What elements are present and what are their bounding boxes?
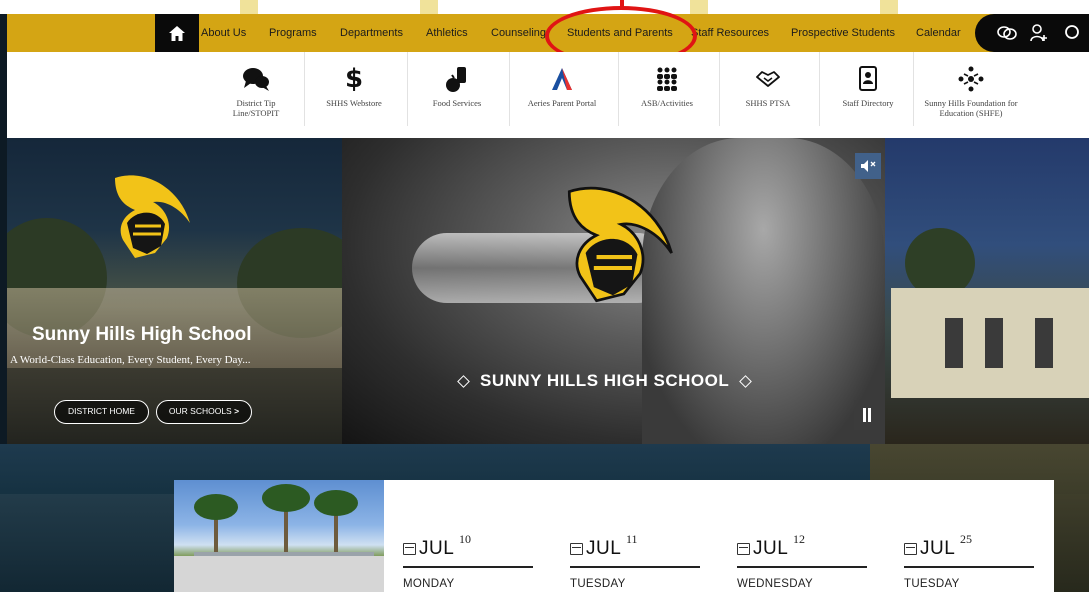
handshake-icon [756, 71, 780, 87]
nav-students-and-parents[interactable]: Students and Parents [567, 14, 673, 52]
hero-title: Sunny Hills High School [32, 324, 252, 345]
quicklink-label: SHHS Webstore [326, 98, 382, 108]
event-month: JUL [419, 538, 455, 559]
event-day: 25 [960, 532, 972, 546]
pause-button[interactable] [854, 400, 880, 430]
nav-counseling[interactable]: Counseling [491, 14, 546, 52]
event-weekday: WEDNESDAY [737, 578, 813, 590]
slide-caption-text: SUNNY HILLS HIGH SCHOOL [480, 371, 730, 390]
nav-departments[interactable]: Departments [340, 14, 403, 52]
lancer-logo-large [567, 186, 673, 303]
quicklink-label: Food Services [432, 98, 482, 108]
contact-book-icon [859, 66, 877, 91]
nav-calendar[interactable]: Calendar [916, 14, 961, 52]
event-weekday: TUESDAY [904, 578, 960, 590]
slide-caption: SUNNY HILLS HIGH SCHOOL [447, 367, 762, 395]
main-navigation: About Us Programs Departments Athletics … [7, 14, 1089, 52]
quicklink-asb-activities[interactable]: ASB/Activities [628, 52, 706, 138]
utility-bar [975, 14, 1089, 52]
hero-slideshow: Sunny Hills High School A World-Class Ed… [7, 138, 1089, 444]
calendar-icon [403, 543, 416, 555]
chevron-right-icon: > [234, 406, 240, 416]
home-button[interactable] [155, 14, 199, 52]
quicklink-label: SHHS PTSA [745, 98, 791, 108]
quicklink-staff-directory[interactable]: Staff Directory [829, 52, 907, 138]
calendar-icon [904, 543, 917, 555]
event-item[interactable]: JUL 12 WEDNESDAY [737, 480, 869, 592]
diamond-left-icon [457, 374, 470, 388]
translate-icon[interactable] [997, 23, 1017, 43]
quicklink-label: Staff Directory [842, 98, 894, 108]
highlight-marker [620, 0, 624, 8]
nav-staff-resources[interactable]: Staff Resources [691, 14, 769, 52]
home-icon [169, 25, 185, 41]
quicklink-label: ASB/Activities [641, 98, 693, 108]
nav-about-us[interactable]: About Us [201, 14, 246, 52]
divider [737, 566, 867, 568]
pause-icon [863, 408, 871, 422]
top-strip [0, 0, 1089, 14]
aeries-logo-icon [549, 66, 575, 92]
lancer-logo [115, 175, 190, 258]
chat-bubbles-icon [243, 68, 269, 91]
event-weekday: TUESDAY [570, 578, 626, 590]
quicklink-aeries[interactable]: Aeries Parent Portal [515, 52, 609, 138]
hero-subtitle: A World-Class Education, Every Student, … [10, 354, 251, 366]
user-add-icon[interactable] [1029, 23, 1049, 43]
quicklink-label: Aeries Parent Portal [527, 98, 597, 108]
district-home-button[interactable]: DISTRICT HOME [54, 400, 149, 424]
quicklink-foundation[interactable]: Sunny Hills Foundation for Education (SH… [915, 52, 1027, 138]
event-day: 10 [459, 532, 471, 546]
quicklink-tip-line[interactable]: District Tip Line/STOPIT [216, 52, 296, 138]
group-icon [657, 67, 677, 91]
our-schools-label: OUR SCHOOLS [168, 406, 232, 416]
speaker-muted-icon [861, 160, 876, 172]
event-month: JUL [753, 538, 789, 559]
calendar-icon [570, 543, 583, 555]
quick-links: District Tip Line/STOPIT $ SHHS Webstore… [7, 52, 1089, 138]
events-photo [174, 480, 384, 592]
divider [403, 566, 533, 568]
food-icon [446, 67, 466, 92]
nav-programs[interactable]: Programs [269, 14, 317, 52]
calendar-icon [737, 543, 750, 555]
event-item[interactable]: JUL 11 TUESDAY [570, 480, 702, 592]
divider [904, 566, 1034, 568]
mute-button[interactable] [855, 153, 881, 179]
hero-left-photo [7, 138, 367, 444]
event-month: JUL [920, 538, 956, 559]
event-day: 11 [626, 532, 638, 546]
hero-main-photo [342, 138, 885, 444]
event-item[interactable]: JUL 25 TUESDAY [904, 480, 1036, 592]
quicklink-label: Sunny Hills Foundation for Education (SH… [924, 98, 1018, 118]
quicklink-label: District Tip Line/STOPIT [232, 98, 280, 118]
event-month: JUL [586, 538, 622, 559]
event-weekday: MONDAY [403, 578, 455, 590]
dollar-icon: $ [344, 64, 364, 94]
nav-athletics[interactable]: Athletics [426, 14, 468, 52]
hero-right-photo [885, 138, 1089, 444]
quicklink-food-services[interactable]: Food Services [417, 52, 497, 138]
quicklink-ptsa[interactable]: SHHS PTSA [729, 52, 807, 138]
divider [570, 566, 700, 568]
event-day: 12 [793, 532, 805, 546]
search-icon[interactable] [1063, 23, 1083, 43]
event-item[interactable]: JUL 10 MONDAY [403, 480, 535, 592]
network-icon [958, 66, 984, 92]
our-schools-button[interactable]: OUR SCHOOLS > [156, 400, 252, 424]
diamond-right-icon [739, 374, 753, 388]
quicklink-webstore[interactable]: $ SHHS Webstore [313, 52, 395, 138]
nav-prospective-students[interactable]: Prospective Students [791, 14, 895, 52]
